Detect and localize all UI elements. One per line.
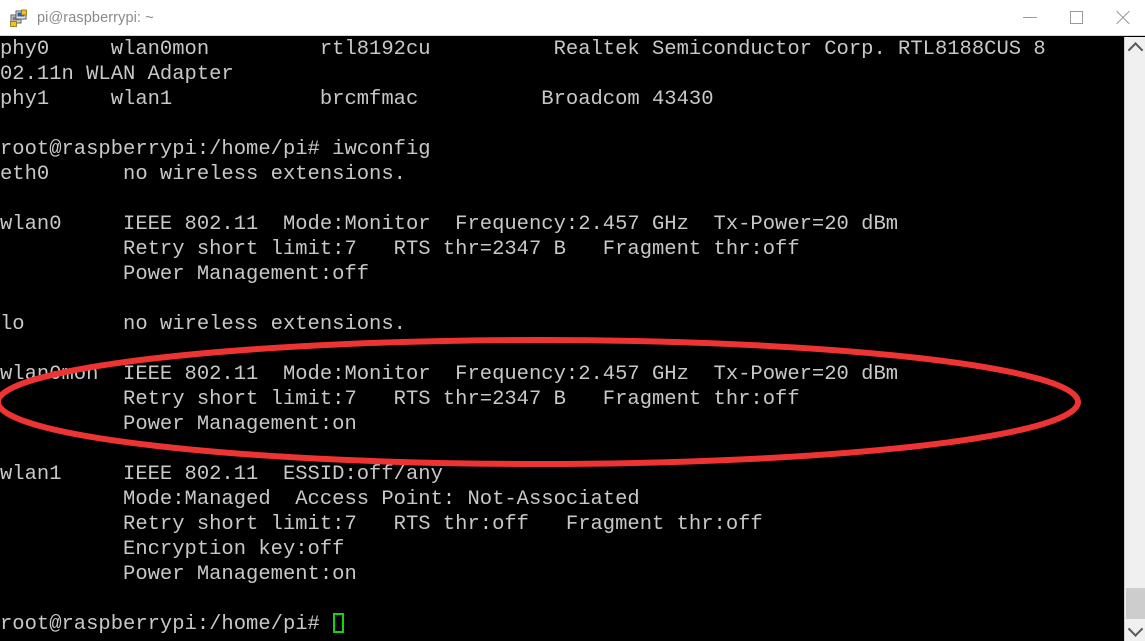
terminal-scrollbar[interactable] — [1124, 37, 1145, 641]
terminal-line: eth0 no wireless extensions. — [0, 163, 406, 186]
chevron-down-icon — [1127, 620, 1143, 637]
terminal-line: wlan0mon IEEE 802.11 Mode:Monitor Freque… — [0, 363, 899, 386]
window-controls — [1007, 0, 1145, 35]
terminal-line: Encryption key:off — [0, 538, 345, 561]
terminal-line: root@raspberrypi:/home/pi# iwconfig — [0, 138, 431, 161]
terminal-text: phy0 wlan0mon rtl8192cu Realtek Semicond… — [0, 37, 1046, 637]
putty-terminal-icon — [10, 9, 28, 27]
terminal-line: phy1 wlan1 brcmfmac Broadcom 43430 — [0, 88, 714, 111]
terminal-line: Power Management:on — [0, 563, 357, 586]
minimize-button[interactable] — [1007, 0, 1053, 35]
minimize-icon — [1023, 17, 1037, 18]
scrollbar-up-button[interactable] — [1125, 37, 1145, 59]
close-button[interactable] — [1099, 0, 1145, 35]
terminal-line: phy0 wlan0mon rtl8192cu Realtek Semicond… — [0, 38, 1046, 61]
terminal-line: Power Management:off — [0, 263, 370, 286]
close-icon — [1115, 10, 1130, 25]
shell-prompt: root@raspberrypi:/home/pi# — [0, 613, 333, 636]
terminal-line: lo no wireless extensions. — [0, 313, 406, 336]
terminal-cursor — [333, 613, 345, 633]
terminal-window: pi@raspberrypi: ~ phy0 wlan0mon rtl8192c… — [0, 0, 1145, 641]
terminal-line: Power Management:on — [0, 413, 357, 436]
terminal-line: 02.11n WLAN Adapter — [0, 63, 234, 86]
scrollbar-thumb[interactable] — [1126, 588, 1145, 619]
terminal-line: wlan0 IEEE 802.11 Mode:Monitor Frequency… — [0, 213, 899, 236]
terminal-line: Retry short limit:7 RTS thr:off Fragment… — [0, 513, 763, 536]
scrollbar-down-button[interactable] — [1125, 619, 1145, 641]
terminal-line: Retry short limit:7 RTS thr=2347 B Fragm… — [0, 238, 800, 261]
terminal-prompt-line: root@raspberrypi:/home/pi# — [0, 612, 1046, 637]
maximize-button[interactable] — [1053, 0, 1099, 35]
window-title: pi@raspberrypi: ~ — [37, 9, 154, 26]
terminal-line: Mode:Managed Access Point: Not-Associate… — [0, 488, 640, 511]
maximize-icon — [1069, 11, 1083, 24]
window-titlebar[interactable]: pi@raspberrypi: ~ — [0, 0, 1145, 36]
terminal-output-area[interactable]: phy0 wlan0mon rtl8192cu Realtek Semicond… — [0, 37, 1124, 641]
terminal-line: Retry short limit:7 RTS thr=2347 B Fragm… — [0, 388, 800, 411]
chevron-up-icon — [1127, 41, 1143, 58]
terminal-line: wlan1 IEEE 802.11 ESSID:off/any — [0, 463, 443, 486]
